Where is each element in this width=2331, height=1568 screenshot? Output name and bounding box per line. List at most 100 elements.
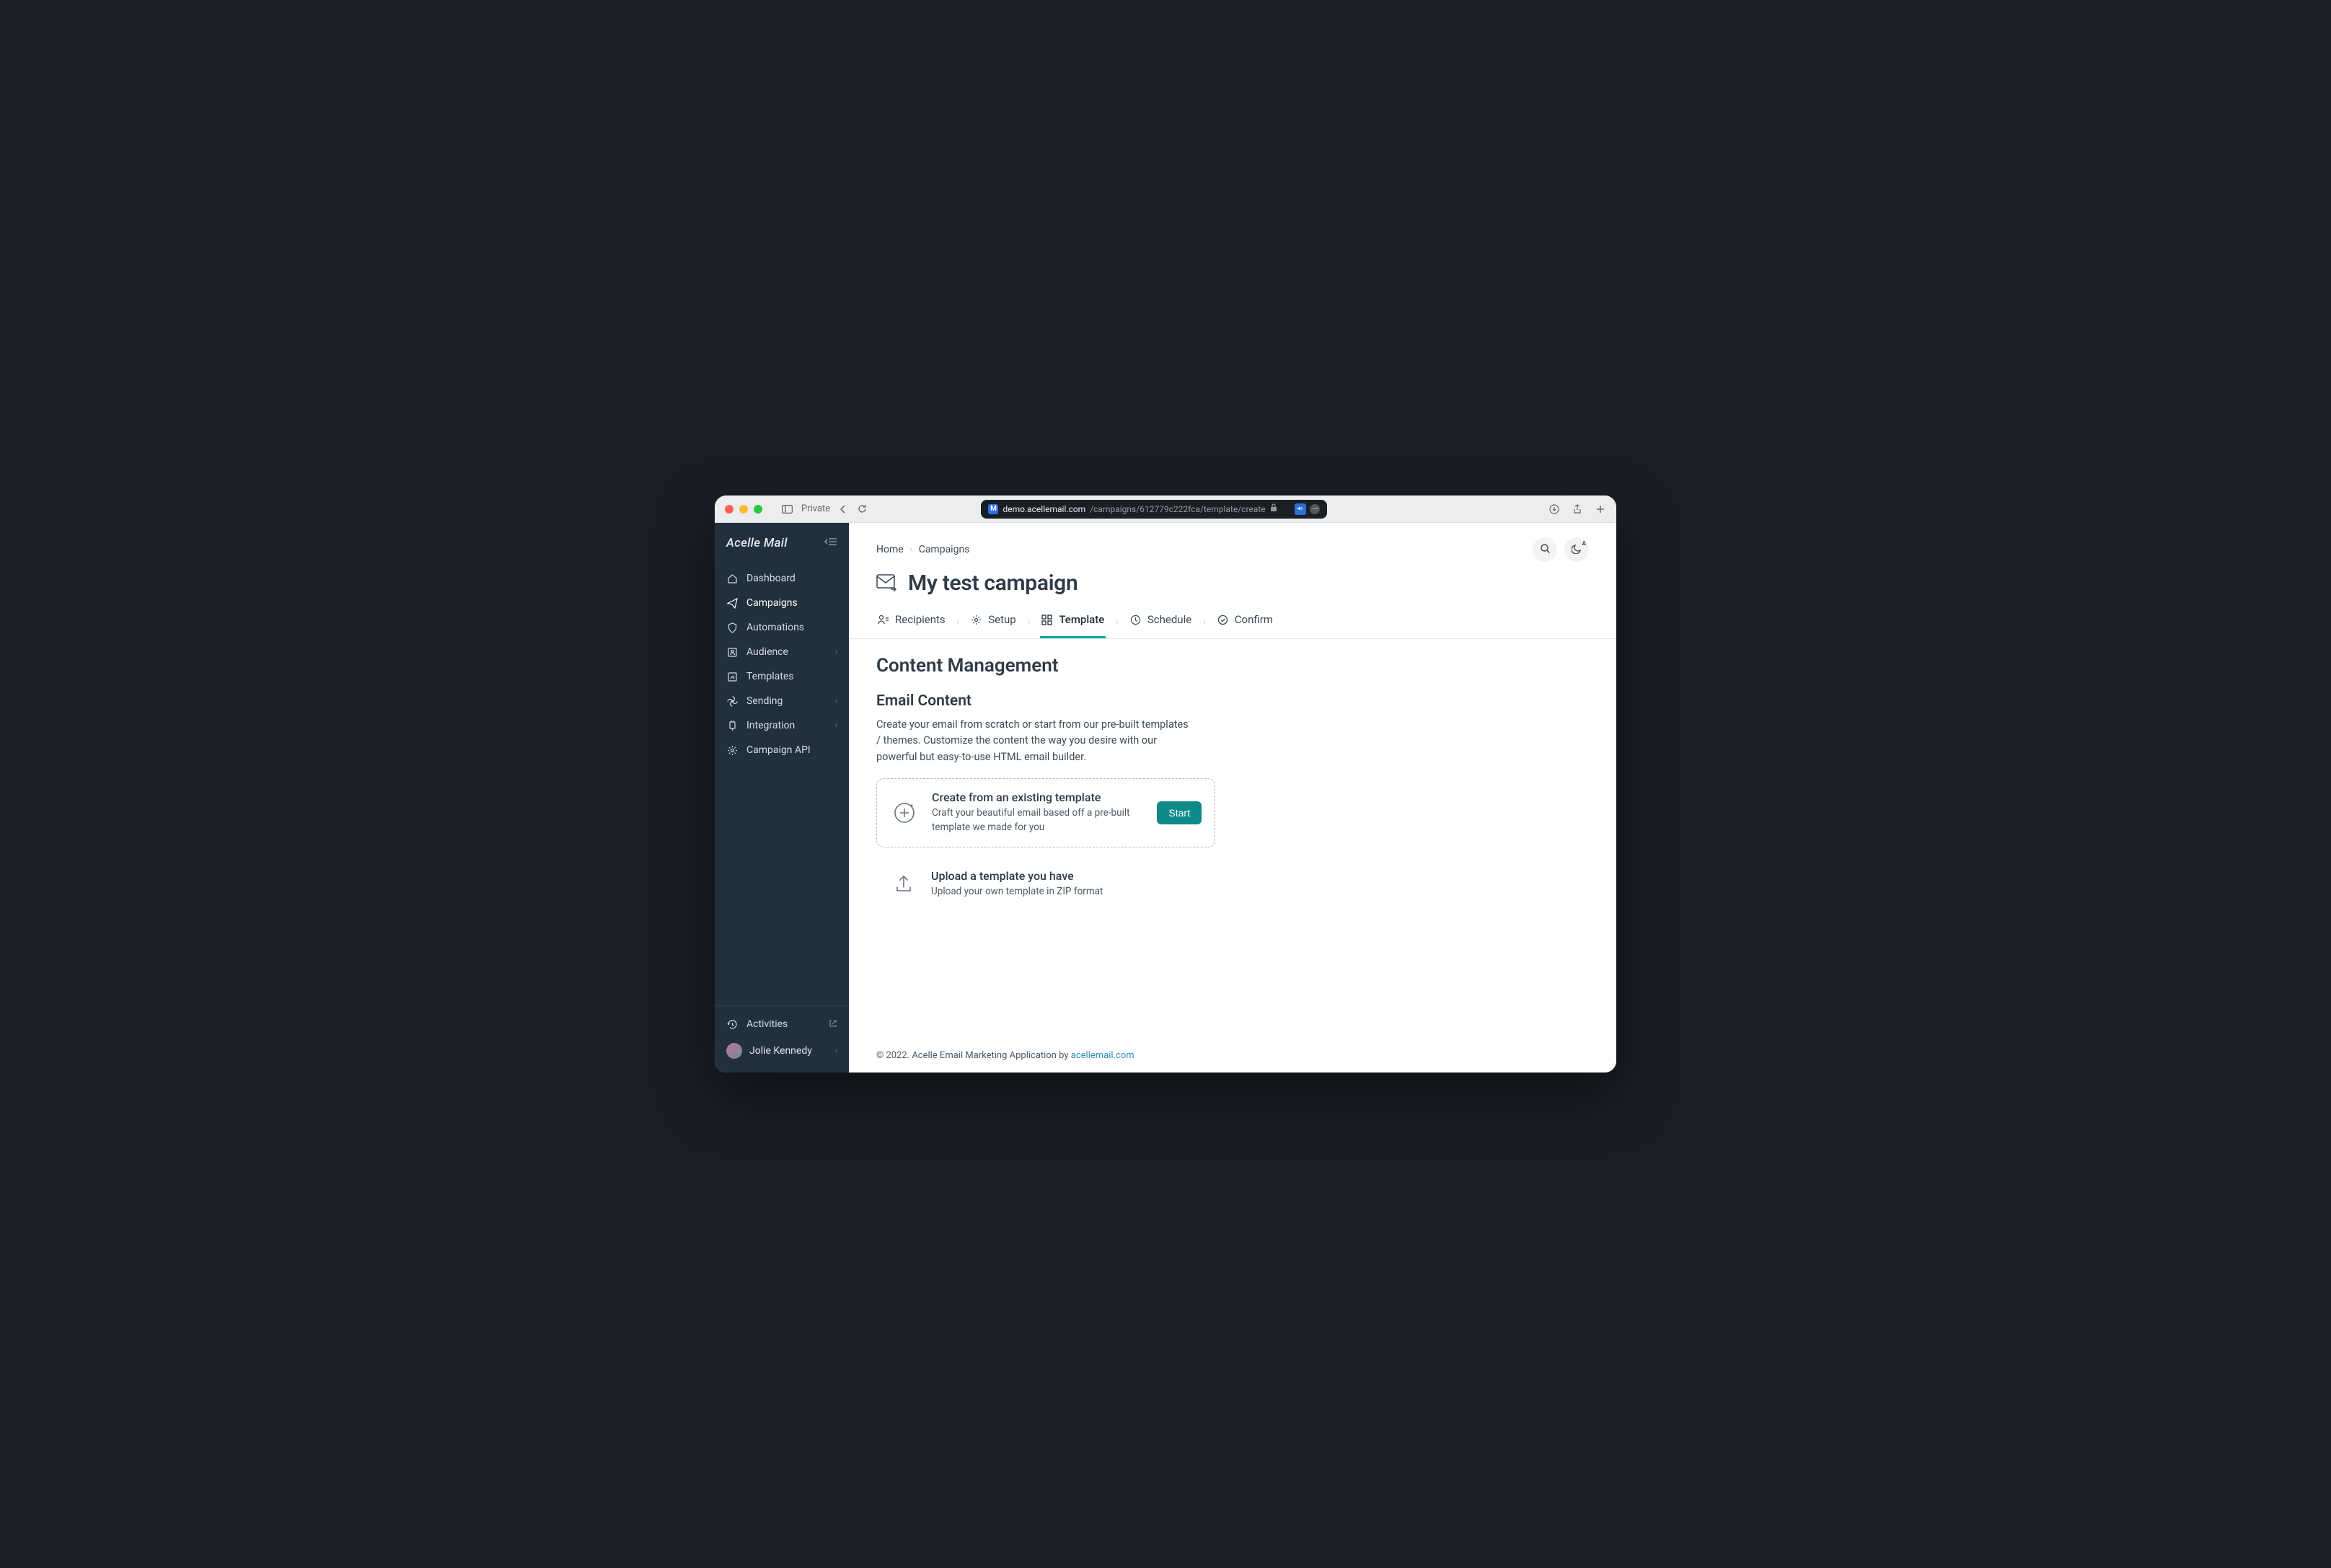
sidebar-item-integration[interactable]: Integration › <box>715 713 849 738</box>
sidebar-item-label: Campaigns <box>746 597 798 609</box>
private-label: Private <box>801 503 830 514</box>
traffic-lights <box>725 505 762 514</box>
option-create-from-template[interactable]: Create from an existing template Craft y… <box>876 778 1215 847</box>
chevron-right-icon: › <box>1116 617 1119 627</box>
theme-toggle-button[interactable]: A <box>1564 537 1589 562</box>
mute-icon[interactable] <box>1295 503 1306 515</box>
home-icon <box>726 573 738 584</box>
sidebar-user-name: Jolie Kennedy <box>749 1045 812 1057</box>
step-label: Recipients <box>895 613 946 626</box>
layout-icon <box>1041 614 1053 625</box>
downloads-icon[interactable] <box>1548 503 1560 515</box>
page-title: My test campaign <box>908 571 1078 596</box>
chevron-right-icon: › <box>835 697 837 705</box>
search-button[interactable] <box>1533 537 1557 562</box>
lock-icon <box>1270 503 1277 514</box>
plug-icon <box>726 720 738 731</box>
option-description: Upload your own template in ZIP format <box>931 885 1202 899</box>
section-subheading: Email Content <box>876 692 1589 710</box>
clock-icon <box>1130 614 1142 625</box>
browser-chrome: Private M demo.acellemail.com/campaigns/… <box>715 495 1616 523</box>
close-window-button[interactable] <box>725 505 733 514</box>
new-tab-icon[interactable] <box>1595 503 1606 515</box>
chevron-right-icon: › <box>957 617 960 627</box>
shield-icon <box>726 622 738 633</box>
step-schedule[interactable]: Schedule <box>1129 604 1193 638</box>
sidebar-toggle-icon[interactable] <box>781 503 793 515</box>
send-icon <box>726 597 738 609</box>
section-heading: Content Management <box>876 655 1589 677</box>
breadcrumb: Home › Campaigns <box>876 544 969 555</box>
sidebar-item-activities[interactable]: Activities <box>715 1012 849 1036</box>
moon-icon <box>1572 543 1582 557</box>
step-recipients[interactable]: Recipients <box>876 604 947 638</box>
chevron-right-icon: › <box>835 648 837 656</box>
footer: © 2022. Acelle Email Marketing Applicati… <box>849 1039 1616 1073</box>
start-button[interactable]: Start <box>1157 801 1202 824</box>
search-icon <box>1540 543 1551 557</box>
browser-window: Private M demo.acellemail.com/campaigns/… <box>715 495 1616 1073</box>
section-description: Create your email from scratch or start … <box>876 717 1194 765</box>
sidebar-item-campaigns[interactable]: Campaigns <box>715 591 849 615</box>
check-circle-icon <box>1217 614 1229 625</box>
step-setup[interactable]: Setup <box>969 604 1017 638</box>
add-circle-icon <box>890 798 919 827</box>
sidebar-item-label: Sending <box>746 695 783 707</box>
sidebar-item-label: Automations <box>746 622 804 633</box>
url-host: demo.acellemail.com <box>1003 504 1085 514</box>
chevron-right-icon: › <box>1203 617 1206 627</box>
sidebar-user-menu[interactable]: Jolie Kennedy › <box>715 1036 849 1065</box>
breadcrumb-campaigns[interactable]: Campaigns <box>919 544 970 555</box>
sidebar-item-label: Templates <box>746 671 794 682</box>
step-confirm[interactable]: Confirm <box>1216 604 1274 638</box>
reload-button[interactable] <box>856 503 868 515</box>
sidebar-item-label: Audience <box>746 646 788 658</box>
more-icon[interactable]: ••• <box>1310 504 1320 514</box>
maximize-window-button[interactable] <box>754 505 762 514</box>
theme-auto-badge: A <box>1582 540 1586 547</box>
users-icon <box>726 646 738 658</box>
sidebar-item-automations[interactable]: Automations <box>715 615 849 640</box>
sidebar-nav: Dashboard Campaigns Automations Audience… <box>715 566 849 1005</box>
fan-icon <box>726 695 738 707</box>
sidebar-item-audience[interactable]: Audience › <box>715 640 849 664</box>
chevron-right-icon: › <box>910 546 912 554</box>
step-template[interactable]: Template <box>1040 604 1106 638</box>
option-upload-template[interactable]: Upload a template you have Upload your o… <box>876 858 1215 911</box>
main-content: Home › Campaigns A <box>849 523 1616 1073</box>
avatar <box>726 1043 742 1059</box>
minimize-window-button[interactable] <box>739 505 748 514</box>
footer-text: © 2022. Acelle Email Marketing Applicati… <box>876 1050 1071 1061</box>
sidebar-item-label: Campaign API <box>746 744 811 756</box>
share-icon[interactable] <box>1572 503 1583 515</box>
step-tabs: Recipients › Setup › Template › Schedule… <box>849 604 1616 639</box>
sidebar: Acelle Mail Dashboard Campaigns Automati… <box>715 523 849 1073</box>
sidebar-item-campaign-api[interactable]: Campaign API <box>715 738 849 762</box>
url-path: /campaigns/612779c222fca/template/create <box>1090 504 1265 514</box>
chevron-right-icon: › <box>1028 617 1031 627</box>
back-button[interactable] <box>837 503 849 515</box>
collapse-sidebar-icon[interactable] <box>824 537 837 550</box>
option-description: Craft your beautiful email based off a p… <box>932 806 1144 834</box>
sidebar-item-templates[interactable]: Templates <box>715 664 849 689</box>
gear-icon <box>971 614 982 625</box>
chevron-right-icon: › <box>835 1047 837 1055</box>
url-bar[interactable]: M demo.acellemail.com/campaigns/612779c2… <box>981 500 1327 519</box>
step-label: Confirm <box>1235 613 1273 626</box>
template-icon <box>726 671 738 682</box>
sidebar-item-label: Dashboard <box>746 573 796 584</box>
chevron-right-icon: › <box>835 722 837 730</box>
upload-icon <box>889 869 918 898</box>
sidebar-item-label: Activities <box>746 1018 788 1030</box>
footer-link[interactable]: acellemail.com <box>1071 1050 1134 1061</box>
option-title: Upload a template you have <box>931 869 1202 883</box>
external-link-icon <box>829 1019 837 1030</box>
step-label: Setup <box>988 613 1015 626</box>
users-icon <box>878 614 889 625</box>
gear-icon <box>726 744 738 756</box>
sidebar-item-sending[interactable]: Sending › <box>715 689 849 713</box>
history-icon <box>726 1018 738 1030</box>
sidebar-item-label: Integration <box>746 720 795 731</box>
sidebar-item-dashboard[interactable]: Dashboard <box>715 566 849 591</box>
breadcrumb-home[interactable]: Home <box>876 544 904 555</box>
